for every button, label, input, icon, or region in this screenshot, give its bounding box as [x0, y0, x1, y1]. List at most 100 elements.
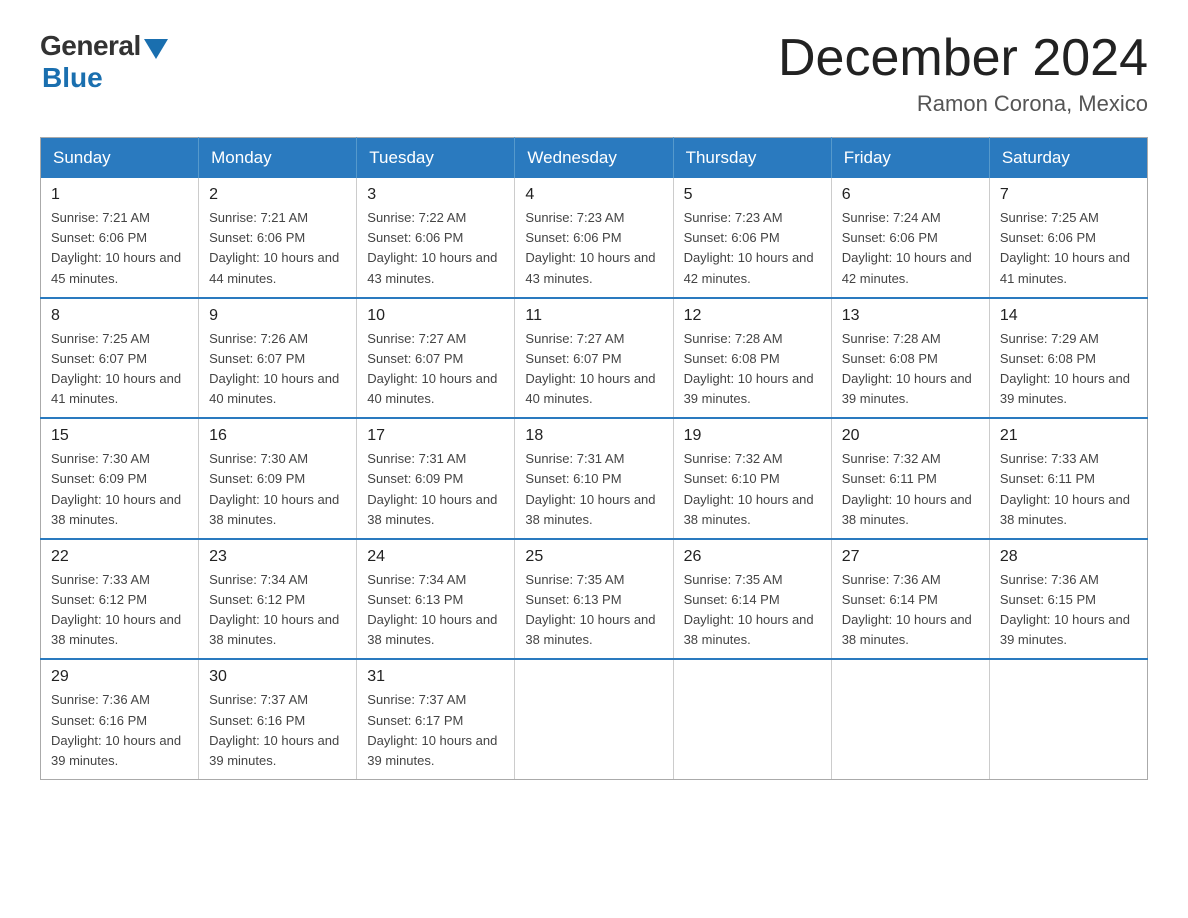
day-info: Sunrise: 7:27 AMSunset: 6:07 PMDaylight:… [525, 329, 662, 410]
calendar-cell: 22 Sunrise: 7:33 AMSunset: 6:12 PMDaylig… [41, 539, 199, 660]
calendar-week-row: 8 Sunrise: 7:25 AMSunset: 6:07 PMDayligh… [41, 298, 1148, 419]
header-wednesday: Wednesday [515, 138, 673, 179]
calendar-cell [673, 659, 831, 779]
day-number: 24 [367, 548, 504, 566]
day-number: 6 [842, 186, 979, 204]
day-info: Sunrise: 7:25 AMSunset: 6:07 PMDaylight:… [51, 329, 188, 410]
day-info: Sunrise: 7:26 AMSunset: 6:07 PMDaylight:… [209, 329, 346, 410]
calendar-cell: 23 Sunrise: 7:34 AMSunset: 6:12 PMDaylig… [199, 539, 357, 660]
calendar-cell: 24 Sunrise: 7:34 AMSunset: 6:13 PMDaylig… [357, 539, 515, 660]
day-number: 26 [684, 548, 821, 566]
day-info: Sunrise: 7:33 AMSunset: 6:11 PMDaylight:… [1000, 449, 1137, 530]
day-info: Sunrise: 7:23 AMSunset: 6:06 PMDaylight:… [525, 208, 662, 289]
calendar-cell: 21 Sunrise: 7:33 AMSunset: 6:11 PMDaylig… [989, 418, 1147, 539]
day-number: 23 [209, 548, 346, 566]
logo-arrow-icon [144, 39, 168, 59]
calendar-cell: 26 Sunrise: 7:35 AMSunset: 6:14 PMDaylig… [673, 539, 831, 660]
day-info: Sunrise: 7:28 AMSunset: 6:08 PMDaylight:… [842, 329, 979, 410]
day-info: Sunrise: 7:37 AMSunset: 6:17 PMDaylight:… [367, 690, 504, 771]
day-info: Sunrise: 7:30 AMSunset: 6:09 PMDaylight:… [209, 449, 346, 530]
day-info: Sunrise: 7:36 AMSunset: 6:14 PMDaylight:… [842, 570, 979, 651]
day-info: Sunrise: 7:31 AMSunset: 6:10 PMDaylight:… [525, 449, 662, 530]
calendar-cell: 30 Sunrise: 7:37 AMSunset: 6:16 PMDaylig… [199, 659, 357, 779]
calendar-header-row: SundayMondayTuesdayWednesdayThursdayFrid… [41, 138, 1148, 179]
day-number: 11 [525, 307, 662, 325]
calendar-cell: 3 Sunrise: 7:22 AMSunset: 6:06 PMDayligh… [357, 178, 515, 298]
logo-blue-text: Blue [42, 62, 103, 94]
calendar-cell: 15 Sunrise: 7:30 AMSunset: 6:09 PMDaylig… [41, 418, 199, 539]
title-section: December 2024 Ramon Corona, Mexico [778, 30, 1148, 117]
header-sunday: Sunday [41, 138, 199, 179]
day-number: 27 [842, 548, 979, 566]
day-info: Sunrise: 7:34 AMSunset: 6:13 PMDaylight:… [367, 570, 504, 651]
calendar-cell: 1 Sunrise: 7:21 AMSunset: 6:06 PMDayligh… [41, 178, 199, 298]
day-number: 15 [51, 427, 188, 445]
day-number: 13 [842, 307, 979, 325]
calendar-cell: 11 Sunrise: 7:27 AMSunset: 6:07 PMDaylig… [515, 298, 673, 419]
day-number: 20 [842, 427, 979, 445]
day-info: Sunrise: 7:25 AMSunset: 6:06 PMDaylight:… [1000, 208, 1137, 289]
calendar-cell: 14 Sunrise: 7:29 AMSunset: 6:08 PMDaylig… [989, 298, 1147, 419]
day-info: Sunrise: 7:27 AMSunset: 6:07 PMDaylight:… [367, 329, 504, 410]
calendar-cell [515, 659, 673, 779]
day-number: 4 [525, 186, 662, 204]
day-number: 1 [51, 186, 188, 204]
calendar-table: SundayMondayTuesdayWednesdayThursdayFrid… [40, 137, 1148, 780]
calendar-cell: 4 Sunrise: 7:23 AMSunset: 6:06 PMDayligh… [515, 178, 673, 298]
day-info: Sunrise: 7:35 AMSunset: 6:14 PMDaylight:… [684, 570, 821, 651]
calendar-cell: 8 Sunrise: 7:25 AMSunset: 6:07 PMDayligh… [41, 298, 199, 419]
calendar-cell: 19 Sunrise: 7:32 AMSunset: 6:10 PMDaylig… [673, 418, 831, 539]
calendar-cell: 20 Sunrise: 7:32 AMSunset: 6:11 PMDaylig… [831, 418, 989, 539]
day-number: 17 [367, 427, 504, 445]
calendar-week-row: 1 Sunrise: 7:21 AMSunset: 6:06 PMDayligh… [41, 178, 1148, 298]
day-info: Sunrise: 7:31 AMSunset: 6:09 PMDaylight:… [367, 449, 504, 530]
calendar-week-row: 29 Sunrise: 7:36 AMSunset: 6:16 PMDaylig… [41, 659, 1148, 779]
day-info: Sunrise: 7:33 AMSunset: 6:12 PMDaylight:… [51, 570, 188, 651]
day-info: Sunrise: 7:32 AMSunset: 6:10 PMDaylight:… [684, 449, 821, 530]
day-number: 30 [209, 668, 346, 686]
day-number: 7 [1000, 186, 1137, 204]
day-number: 12 [684, 307, 821, 325]
day-info: Sunrise: 7:24 AMSunset: 6:06 PMDaylight:… [842, 208, 979, 289]
day-number: 14 [1000, 307, 1137, 325]
calendar-cell: 27 Sunrise: 7:36 AMSunset: 6:14 PMDaylig… [831, 539, 989, 660]
calendar-cell: 18 Sunrise: 7:31 AMSunset: 6:10 PMDaylig… [515, 418, 673, 539]
day-number: 9 [209, 307, 346, 325]
calendar-week-row: 22 Sunrise: 7:33 AMSunset: 6:12 PMDaylig… [41, 539, 1148, 660]
header-saturday: Saturday [989, 138, 1147, 179]
day-number: 5 [684, 186, 821, 204]
day-info: Sunrise: 7:36 AMSunset: 6:16 PMDaylight:… [51, 690, 188, 771]
day-info: Sunrise: 7:29 AMSunset: 6:08 PMDaylight:… [1000, 329, 1137, 410]
day-info: Sunrise: 7:35 AMSunset: 6:13 PMDaylight:… [525, 570, 662, 651]
calendar-cell: 31 Sunrise: 7:37 AMSunset: 6:17 PMDaylig… [357, 659, 515, 779]
day-number: 3 [367, 186, 504, 204]
calendar-cell [989, 659, 1147, 779]
calendar-cell: 29 Sunrise: 7:36 AMSunset: 6:16 PMDaylig… [41, 659, 199, 779]
day-info: Sunrise: 7:22 AMSunset: 6:06 PMDaylight:… [367, 208, 504, 289]
calendar-cell: 17 Sunrise: 7:31 AMSunset: 6:09 PMDaylig… [357, 418, 515, 539]
day-info: Sunrise: 7:36 AMSunset: 6:15 PMDaylight:… [1000, 570, 1137, 651]
calendar-cell: 28 Sunrise: 7:36 AMSunset: 6:15 PMDaylig… [989, 539, 1147, 660]
calendar-cell [831, 659, 989, 779]
header-monday: Monday [199, 138, 357, 179]
day-number: 8 [51, 307, 188, 325]
calendar-cell: 9 Sunrise: 7:26 AMSunset: 6:07 PMDayligh… [199, 298, 357, 419]
day-number: 21 [1000, 427, 1137, 445]
header-tuesday: Tuesday [357, 138, 515, 179]
day-info: Sunrise: 7:28 AMSunset: 6:08 PMDaylight:… [684, 329, 821, 410]
calendar-cell: 7 Sunrise: 7:25 AMSunset: 6:06 PMDayligh… [989, 178, 1147, 298]
header-friday: Friday [831, 138, 989, 179]
day-info: Sunrise: 7:34 AMSunset: 6:12 PMDaylight:… [209, 570, 346, 651]
calendar-week-row: 15 Sunrise: 7:30 AMSunset: 6:09 PMDaylig… [41, 418, 1148, 539]
day-number: 10 [367, 307, 504, 325]
day-number: 2 [209, 186, 346, 204]
day-number: 28 [1000, 548, 1137, 566]
calendar-cell: 6 Sunrise: 7:24 AMSunset: 6:06 PMDayligh… [831, 178, 989, 298]
calendar-cell: 10 Sunrise: 7:27 AMSunset: 6:07 PMDaylig… [357, 298, 515, 419]
calendar-cell: 25 Sunrise: 7:35 AMSunset: 6:13 PMDaylig… [515, 539, 673, 660]
month-title: December 2024 [778, 30, 1148, 87]
day-number: 16 [209, 427, 346, 445]
day-number: 22 [51, 548, 188, 566]
day-number: 18 [525, 427, 662, 445]
day-number: 19 [684, 427, 821, 445]
